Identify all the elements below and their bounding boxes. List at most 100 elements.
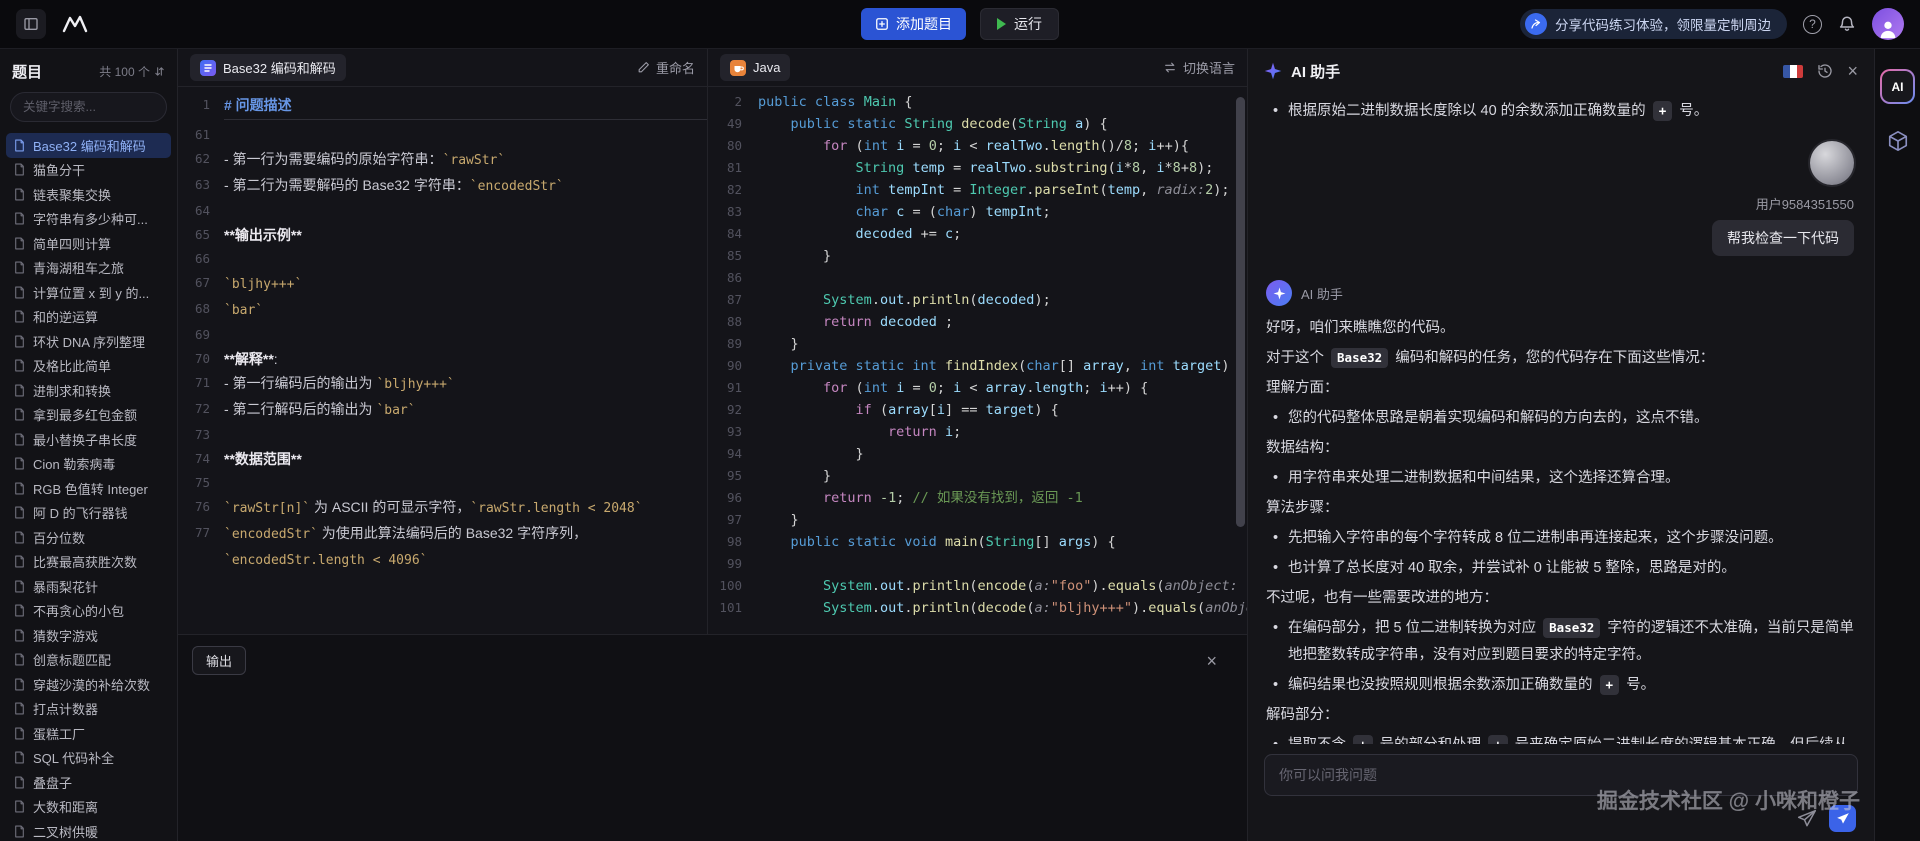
problem-tab[interactable]: Base32 编码和解码 (190, 54, 346, 81)
sidebar-item[interactable]: 猫鱼分干 (6, 158, 171, 183)
send-plane-icon[interactable] (1797, 809, 1817, 829)
code-line[interactable]: 94 } (708, 443, 1247, 465)
line-number: 62 (194, 151, 210, 166)
markdown-line[interactable]: 69 (178, 323, 707, 347)
markdown-line[interactable]: 70 **解释**: (178, 347, 707, 371)
sidebar-item[interactable]: 打点计数器 (6, 697, 171, 722)
output-header: 输出 × (178, 635, 1247, 675)
code-line[interactable]: 80 for (int i = 0; i < realTwo.length()/… (708, 135, 1247, 157)
code-line[interactable]: 84 decoded += c; (708, 223, 1247, 245)
markdown-line[interactable]: 77 `encodedStr` 为使用此算法编码后的 Base32 字符序列，`e… (178, 521, 707, 573)
markdown-line[interactable]: 66 (178, 247, 707, 271)
markdown-line[interactable]: 61 (178, 123, 707, 147)
sidebar-item[interactable]: 环状 DNA 序列整理 (6, 329, 171, 354)
code-line[interactable]: 81 String temp = realTwo.substring(i*8, … (708, 157, 1247, 179)
language-tab-java[interactable]: Java (720, 54, 791, 81)
output-close-button[interactable]: × (1206, 652, 1217, 670)
sidebar-item[interactable]: 不再贪心的小包 (6, 599, 171, 624)
sidebar-item[interactable]: Base32 编码和解码 (6, 133, 171, 158)
sidebar-item[interactable]: RGB 色值转 Integer (6, 476, 171, 501)
sidebar-item[interactable]: 大数和距离 (6, 795, 171, 820)
sidebar-item[interactable]: 及格比此简单 (6, 354, 171, 379)
history-icon[interactable] (1817, 63, 1833, 79)
code-line[interactable]: 82 int tempInt = Integer.parseInt(temp, … (708, 179, 1247, 201)
ai-message-input[interactable] (1264, 754, 1858, 796)
code-line[interactable]: 98 public static void main(String[] args… (708, 531, 1247, 553)
sidebar-item[interactable]: 简单四则计算 (6, 231, 171, 256)
sidebar-item[interactable]: 阿 D 的飞行器钱 (6, 501, 171, 526)
rename-button[interactable]: 重命名 (637, 58, 695, 77)
help-button[interactable]: ? (1803, 14, 1822, 34)
sidebar-item[interactable]: 百分位数 (6, 525, 171, 550)
code-line[interactable]: 96 return -1; // 如果没有找到，返回 -1 (708, 487, 1247, 509)
sidebar-item[interactable]: 叠盘子 (6, 770, 171, 795)
code-line[interactable]: 99 (708, 553, 1247, 575)
code-line[interactable]: 85 } (708, 245, 1247, 267)
send-button[interactable] (1829, 805, 1856, 832)
sidebar-item[interactable]: 二叉树供暖 (6, 819, 171, 841)
code-line[interactable]: 101 System.out.println(decode(a:"bljhy++… (708, 597, 1247, 619)
sidebar-item[interactable]: Cion 勒索病毒 (6, 452, 171, 477)
code-line[interactable]: 2 public class Main { (708, 91, 1247, 113)
markdown-line[interactable]: 63 - 第二行为需要解码的 Base32 字符串：`encodedStr` (178, 173, 707, 199)
promo-banner[interactable]: 分享代码练习体验，领限量定制周边 (1520, 9, 1787, 39)
code-line[interactable]: 86 (708, 267, 1247, 289)
sidebar-item[interactable]: 进制求和转换 (6, 378, 171, 403)
markdown-line[interactable]: 65 **输出示例** (178, 223, 707, 247)
code-line[interactable]: 83 char c = (char) tempInt; (708, 201, 1247, 223)
sidebar-item[interactable]: 创意标题匹配 (6, 648, 171, 673)
markdown-line[interactable]: 1 # 问题描述 (178, 93, 707, 123)
switch-language-button[interactable]: 切换语言 (1163, 58, 1235, 77)
code-line[interactable]: 49 public static String decode(String a)… (708, 113, 1247, 135)
run-button[interactable]: 运行 (980, 8, 1059, 40)
add-question-button[interactable]: 添加题目 (861, 8, 966, 40)
markdown-line[interactable]: 72 - 第二行解码后的输出为 `bar` (178, 397, 707, 423)
markdown-line[interactable]: 76 `rawStr[n]` 为 ASCII 的可显示字符，`rawStr.len… (178, 495, 707, 521)
sidebar-item[interactable]: 和的逆运算 (6, 305, 171, 330)
markdown-line[interactable]: 73 (178, 423, 707, 447)
user-avatar[interactable] (1872, 8, 1904, 40)
markdown-line[interactable]: 75 (178, 471, 707, 495)
sort-icon[interactable] (154, 66, 165, 77)
sidebar-item[interactable]: SQL 代码补全 (6, 746, 171, 771)
ai-close-button[interactable]: × (1847, 62, 1858, 80)
sidebar-item[interactable]: 青海湖租车之旅 (6, 256, 171, 281)
code-line[interactable]: 93 return i; (708, 421, 1247, 443)
sidebar-item[interactable]: 链表聚集交换 (6, 182, 171, 207)
markdown-line[interactable]: 67 `bljhy+++` (178, 271, 707, 297)
app-logo[interactable] (62, 14, 88, 34)
code-line[interactable]: 95 } (708, 465, 1247, 487)
code-line[interactable]: 97 } (708, 509, 1247, 531)
promo-text: 分享代码练习体验，领限量定制周边 (1555, 18, 1771, 33)
code-line[interactable]: 92 if (array[i] == target) { (708, 399, 1247, 421)
sidebar-item[interactable]: 暴雨梨花针 (6, 574, 171, 599)
code-scrollbar[interactable] (1236, 97, 1245, 527)
sidebar-item[interactable]: 计算位置 x 到 y 的... (6, 280, 171, 305)
sidebar-item[interactable]: 蛋糕工厂 (6, 721, 171, 746)
markdown-line[interactable]: 64 (178, 199, 707, 223)
sidebar-item[interactable]: 最小替换子串长度 (6, 427, 171, 452)
sidebar-item[interactable]: 拿到最多红包金额 (6, 403, 171, 428)
notifications-button[interactable] (1838, 15, 1856, 33)
sidebar-toggle-button[interactable] (16, 9, 46, 39)
code-line[interactable]: 88 return decoded ; (708, 311, 1247, 333)
markdown-line[interactable]: 62 - 第一行为需要编码的原始字符串：`rawStr` (178, 147, 707, 173)
chat-user-avatar[interactable] (1810, 141, 1854, 185)
sidebar-item[interactable]: 字符串有多少种可... (6, 207, 171, 232)
rail-ai-assistant-button[interactable]: AI (1880, 69, 1915, 104)
code-line[interactable]: 89 } (708, 333, 1247, 355)
code-line[interactable]: 87 System.out.println(decoded); (708, 289, 1247, 311)
code-line[interactable]: 90 private static int findIndex(char[] a… (708, 355, 1247, 377)
markdown-line[interactable]: 71 - 第一行编码后的输出为 `bljhy+++` (178, 371, 707, 397)
code-line[interactable]: 100 System.out.println(encode(a:"foo").e… (708, 575, 1247, 597)
markdown-line[interactable]: 68 `bar` (178, 297, 707, 323)
markdown-line[interactable]: 74 **数据范围** (178, 447, 707, 471)
sidebar-item[interactable]: 穿越沙漠的补给次数 (6, 672, 171, 697)
rail-tool-button[interactable] (1887, 130, 1909, 152)
code-line[interactable]: 91 for (int i = 0; i < array.length; i++… (708, 377, 1247, 399)
sidebar-item[interactable]: 比赛最高获胜次数 (6, 550, 171, 575)
language-flag-icon[interactable] (1783, 64, 1804, 78)
sidebar-item[interactable]: 猜数字游戏 (6, 623, 171, 648)
output-tab[interactable]: 输出 (192, 646, 247, 675)
search-input[interactable] (10, 92, 167, 122)
